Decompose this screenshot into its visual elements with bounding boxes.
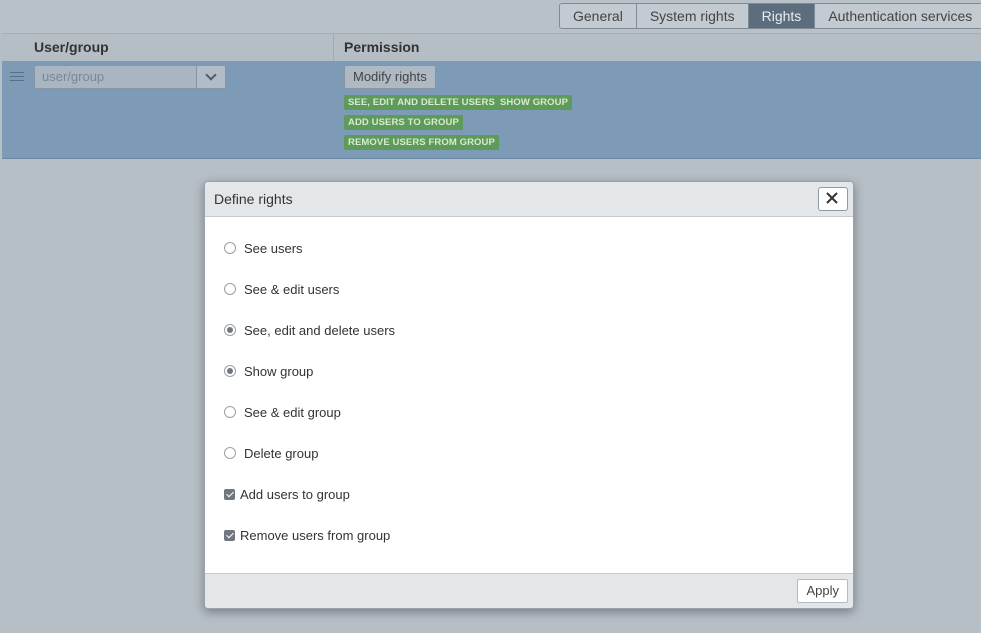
checkbox-add-users-to-group[interactable] <box>224 488 235 500</box>
dialog-footer: Apply <box>205 573 853 608</box>
permission-badge: SEE, EDIT AND DELETE USERS <box>344 95 499 110</box>
dialog-title: Define rights <box>214 191 293 207</box>
option-show-group[interactable]: Show group <box>224 362 313 380</box>
option-label: See, edit and delete users <box>244 322 396 338</box>
permission-badge: REMOVE USERS FROM GROUP <box>344 135 499 150</box>
column-header-user-group: User/group <box>34 39 109 55</box>
modify-rights-button[interactable]: Modify rights <box>344 65 436 89</box>
option-add-users-to-group[interactable]: Add users to group <box>224 485 350 503</box>
apply-button[interactable]: Apply <box>797 579 848 603</box>
top-bar: General System rights Rights Authenticat… <box>0 0 981 33</box>
option-label: See & edit group <box>244 404 341 420</box>
user-group-placeholder: user/group <box>42 69 105 84</box>
define-rights-dialog: Define rights See users See & edit users… <box>204 181 854 609</box>
option-remove-users-from-group[interactable]: Remove users from group <box>224 526 390 544</box>
option-see-edit-delete-users[interactable]: See, edit and delete users <box>224 321 395 339</box>
tab-general[interactable]: General <box>559 3 637 29</box>
permission-badge: SHOW GROUP <box>496 95 573 110</box>
option-label: Add users to group <box>240 486 350 502</box>
drag-handle-icon[interactable] <box>10 72 24 84</box>
tab-rights[interactable]: Rights <box>748 3 816 29</box>
radio-show-group[interactable] <box>224 365 236 377</box>
user-group-select[interactable]: user/group <box>34 65 226 89</box>
option-delete-group[interactable]: Delete group <box>224 444 318 462</box>
dropdown-button[interactable] <box>196 66 225 88</box>
option-label: Remove users from group <box>240 527 391 543</box>
option-see-edit-group[interactable]: See & edit group <box>224 403 341 421</box>
option-label: See users <box>244 240 303 256</box>
radio-see-users[interactable] <box>224 242 236 254</box>
close-icon <box>826 192 838 204</box>
tab-system-rights[interactable]: System rights <box>636 3 749 29</box>
option-see-users[interactable]: See users <box>224 239 303 257</box>
table-row[interactable]: user/group Modify rights SEE, EDIT AND D… <box>2 61 981 159</box>
column-divider <box>333 34 334 62</box>
radio-see-edit-group[interactable] <box>224 406 236 418</box>
close-button[interactable] <box>818 187 848 211</box>
table-header: User/group Permission <box>2 33 981 62</box>
radio-delete-group[interactable] <box>224 447 236 459</box>
option-label: Show group <box>244 363 314 379</box>
radio-see-edit-users[interactable] <box>224 283 236 295</box>
dialog-header: Define rights <box>205 182 853 217</box>
tab-bar: General System rights Rights Authenticat… <box>559 3 981 29</box>
option-label: See & edit users <box>244 281 340 297</box>
checkbox-remove-users-from-group[interactable] <box>224 529 235 541</box>
tab-authentication-services[interactable]: Authentication services <box>815 3 981 29</box>
option-see-edit-users[interactable]: See & edit users <box>224 280 339 298</box>
option-label: Delete group <box>244 445 319 461</box>
column-header-permission: Permission <box>344 39 420 55</box>
radio-see-edit-delete-users[interactable] <box>224 324 236 336</box>
chevron-down-icon <box>205 69 217 81</box>
permission-badge: ADD USERS TO GROUP <box>344 115 463 130</box>
